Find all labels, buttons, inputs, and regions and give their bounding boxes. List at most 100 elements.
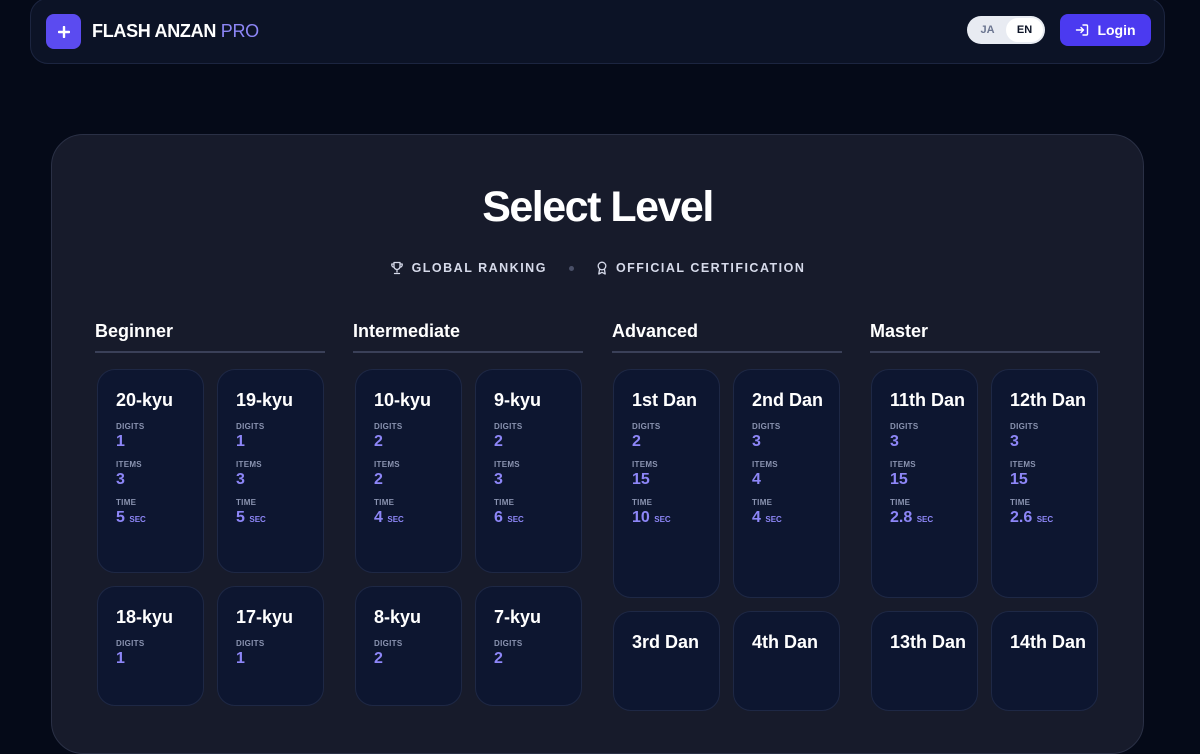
level-name: 13th Dan xyxy=(890,632,967,652)
level-name: 11th Dan xyxy=(890,390,966,410)
lang-option-en[interactable]: EN xyxy=(1006,18,1043,42)
items-label: ITEMS xyxy=(374,460,400,469)
items-label: ITEMS xyxy=(1010,460,1036,469)
digits-label: DIGITS xyxy=(1010,422,1039,431)
digits-value: 1 xyxy=(236,650,245,667)
level-name: 10-kyu xyxy=(374,390,432,410)
column-title: Intermediate xyxy=(353,321,583,353)
level-card-7-kyu[interactable]: 7-kyu DIGITS 2 xyxy=(475,586,582,706)
feature-global-ranking: GLOBAL RANKING xyxy=(390,261,547,275)
digits-value: 2 xyxy=(494,433,503,450)
level-card-2nd-dan[interactable]: 2nd Dan DIGITS 3 ITEMS 4 TIME 4 SEC xyxy=(733,369,840,598)
login-button[interactable]: Login xyxy=(1060,14,1151,46)
feature-official-certification: OFFICIAL CERTIFICATION xyxy=(596,261,805,275)
top-navbar: FLASH ANZAN PRO JA EN Login xyxy=(30,0,1165,64)
language-toggle[interactable]: JA EN xyxy=(967,16,1045,44)
login-icon xyxy=(1076,24,1089,36)
trophy-icon xyxy=(390,261,403,275)
level-card-12th-dan[interactable]: 12th Dan DIGITS 3 ITEMS 15 TIME 2.6 SEC xyxy=(991,369,1098,598)
level-card-18-kyu[interactable]: 18-kyu DIGITS 1 xyxy=(97,586,204,706)
items-label: ITEMS xyxy=(632,460,658,469)
level-name: 20-kyu xyxy=(116,390,174,410)
level-card-9-kyu[interactable]: 9-kyu DIGITS 2 ITEMS 3 TIME 6 SEC xyxy=(475,369,582,573)
digits-label: DIGITS xyxy=(632,422,661,431)
logo-plus-icon[interactable] xyxy=(46,14,81,49)
time-label: TIME xyxy=(116,498,137,507)
items-value: 15 xyxy=(632,471,650,488)
items-label: ITEMS xyxy=(890,460,916,469)
digits-label: DIGITS xyxy=(116,639,145,648)
award-ribbon-icon xyxy=(597,261,607,275)
level-select-panel: Select Level GLOBAL RANKING OFFICIAL CER… xyxy=(51,134,1144,754)
digits-value: 3 xyxy=(752,433,761,450)
level-name: 8-kyu xyxy=(374,607,422,627)
time-value: 4 SEC xyxy=(374,509,404,526)
level-name: 17-kyu xyxy=(236,607,294,627)
login-label: Login xyxy=(1097,22,1136,38)
digits-label: DIGITS xyxy=(374,422,403,431)
column-master: Master 11th Dan DIGITS 3 ITEMS 15 TIME 2… xyxy=(870,321,1100,711)
level-name: 9-kyu xyxy=(494,390,542,410)
digits-label: DIGITS xyxy=(116,422,145,431)
time-label: TIME xyxy=(374,498,395,507)
time-label: TIME xyxy=(1010,498,1031,507)
feature-ranking-label: GLOBAL RANKING xyxy=(411,261,547,275)
level-name: 3rd Dan xyxy=(632,632,700,652)
level-name: 4th Dan xyxy=(752,632,819,652)
items-value: 3 xyxy=(236,471,245,488)
level-card-14th-dan[interactable]: 14th Dan xyxy=(991,611,1098,711)
feature-cert-label: OFFICIAL CERTIFICATION xyxy=(615,261,806,275)
level-card-3rd-dan[interactable]: 3rd Dan xyxy=(613,611,720,711)
items-value: 4 xyxy=(752,471,761,488)
level-card-1st-dan[interactable]: 1st Dan DIGITS 2 ITEMS 15 TIME 10 SEC xyxy=(613,369,720,598)
level-name: 2nd Dan xyxy=(752,390,824,410)
items-value: 3 xyxy=(494,471,503,488)
time-label: TIME xyxy=(890,498,911,507)
digits-label: DIGITS xyxy=(890,422,919,431)
time-label: TIME xyxy=(236,498,257,507)
digits-value: 1 xyxy=(116,650,125,667)
level-card-11th-dan[interactable]: 11th Dan DIGITS 3 ITEMS 15 TIME 2.8 SEC xyxy=(871,369,978,598)
digits-label: DIGITS xyxy=(752,422,781,431)
items-label: ITEMS xyxy=(116,460,142,469)
digits-label: DIGITS xyxy=(494,422,523,431)
level-card-20-kyu[interactable]: 20-kyu DIGITS 1 ITEMS 3 TIME 5 SEC xyxy=(97,369,204,573)
digits-value: 3 xyxy=(890,433,899,450)
brand-title[interactable]: FLASH ANZAN PRO xyxy=(92,21,259,42)
level-card-8-kyu[interactable]: 8-kyu DIGITS 2 xyxy=(355,586,462,706)
lang-option-ja[interactable]: JA xyxy=(969,18,1006,42)
digits-value: 1 xyxy=(236,433,245,450)
level-name: 7-kyu xyxy=(494,607,542,627)
column-title: Beginner xyxy=(95,321,325,353)
level-card-17-kyu[interactable]: 17-kyu DIGITS 1 xyxy=(217,586,324,706)
items-label: ITEMS xyxy=(236,460,262,469)
column-title: Advanced xyxy=(612,321,842,353)
items-label: ITEMS xyxy=(752,460,778,469)
items-label: ITEMS xyxy=(494,460,520,469)
digits-label: DIGITS xyxy=(374,639,403,648)
level-card-4th-dan[interactable]: 4th Dan xyxy=(733,611,840,711)
column-intermediate: Intermediate 10-kyu DIGITS 2 ITEMS 2 TIM… xyxy=(353,321,583,706)
items-value: 3 xyxy=(116,471,125,488)
level-card-13th-dan[interactable]: 13th Dan xyxy=(871,611,978,711)
digits-label: DIGITS xyxy=(236,422,265,431)
time-value: 2.6 SEC xyxy=(1010,509,1054,526)
digits-value: 2 xyxy=(632,433,641,450)
digits-label: DIGITS xyxy=(236,639,265,648)
page-title: Select Level xyxy=(482,183,714,231)
level-name: 1st Dan xyxy=(632,390,698,410)
column-beginner: Beginner 20-kyu DIGITS 1 ITEMS 3 TIME 5 … xyxy=(95,321,325,706)
time-label: TIME xyxy=(752,498,773,507)
level-card-10-kyu[interactable]: 10-kyu DIGITS 2 ITEMS 2 TIME 4 SEC xyxy=(355,369,462,573)
items-value: 2 xyxy=(374,471,383,488)
time-value: 5 SEC xyxy=(236,509,266,526)
column-advanced: Advanced 1st Dan DIGITS 2 ITEMS 15 TIME … xyxy=(612,321,842,711)
digits-label: DIGITS xyxy=(494,639,523,648)
items-value: 15 xyxy=(1010,471,1028,488)
level-card-19-kyu[interactable]: 19-kyu DIGITS 1 ITEMS 3 TIME 5 SEC xyxy=(217,369,324,573)
level-name: 19-kyu xyxy=(236,390,294,410)
digits-value: 2 xyxy=(494,650,503,667)
level-name: 14th Dan xyxy=(1010,632,1087,652)
separator-dot xyxy=(568,265,574,271)
time-label: TIME xyxy=(632,498,653,507)
